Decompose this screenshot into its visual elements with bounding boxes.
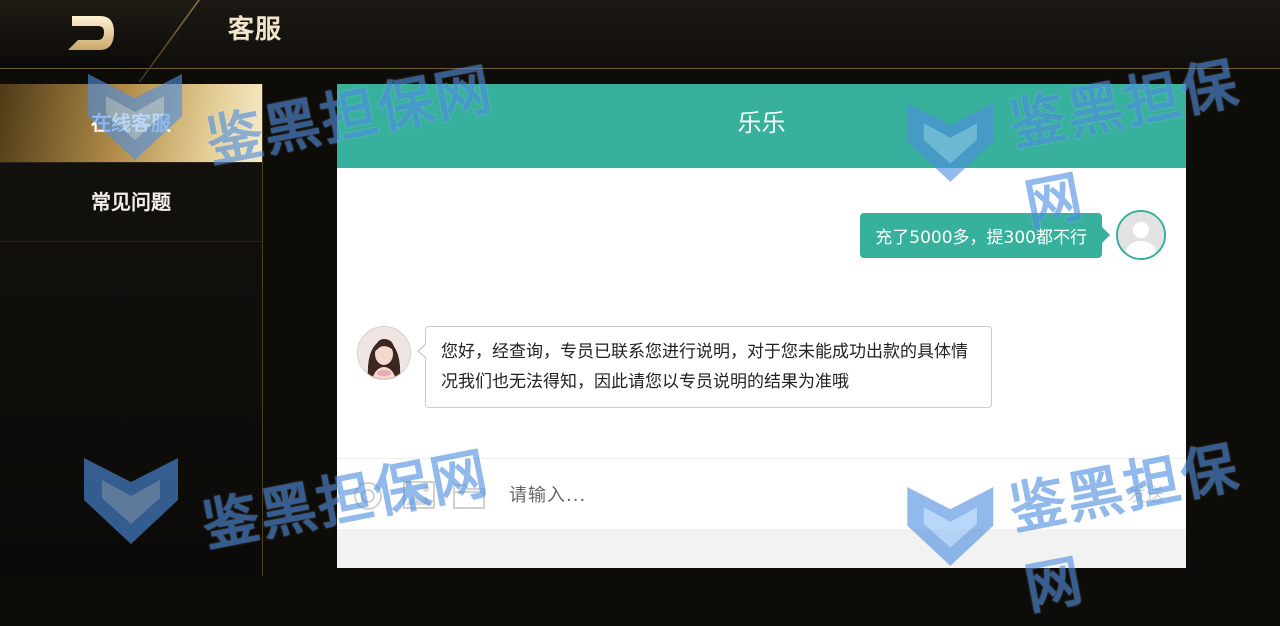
outgoing-message: 充了5000多，提300都不行 bbox=[860, 210, 1166, 260]
agent-photo-icon bbox=[358, 327, 410, 379]
sidebar-item-online-service[interactable]: 在线客服 bbox=[0, 84, 262, 163]
sidebar-item-faq[interactable]: 常见问题 bbox=[0, 163, 262, 242]
chat-footer bbox=[337, 529, 1186, 568]
user-avatar bbox=[1116, 210, 1166, 260]
user-silhouette-icon bbox=[1118, 212, 1164, 258]
message-input[interactable] bbox=[507, 477, 1091, 513]
incoming-message-bubble: 您好，经查询，专员已联系您进行说明，对于您未能成功出款的具体情况我们也无法得知，… bbox=[417, 326, 992, 408]
chat-panel: 乐乐 充了5000多，提300都不行 您好，经查询，专员已联系您进行说明，对于您… bbox=[337, 84, 1186, 568]
outgoing-message-bubble: 充了5000多，提300都不行 bbox=[860, 212, 1110, 258]
incoming-message: 您好，经查询，专员已联系您进行说明，对于您未能成功出款的具体情况我们也无法得知，… bbox=[357, 326, 992, 408]
folder-icon[interactable] bbox=[453, 481, 485, 509]
emoji-icon[interactable] bbox=[353, 481, 383, 511]
back-arrow-icon bbox=[68, 16, 114, 50]
send-button[interactable]: 发送 bbox=[1128, 481, 1164, 507]
image-icon[interactable] bbox=[403, 481, 435, 509]
agent-avatar bbox=[357, 326, 411, 380]
chat-header-agent-name: 乐乐 bbox=[337, 84, 1186, 168]
back-button[interactable] bbox=[60, 12, 120, 56]
top-bar: 客服 bbox=[0, 0, 1280, 82]
chat-input-bar: 发送 bbox=[337, 458, 1186, 529]
sidebar: 在线客服 常见问题 bbox=[0, 84, 263, 576]
page-title: 客服 bbox=[228, 15, 283, 45]
